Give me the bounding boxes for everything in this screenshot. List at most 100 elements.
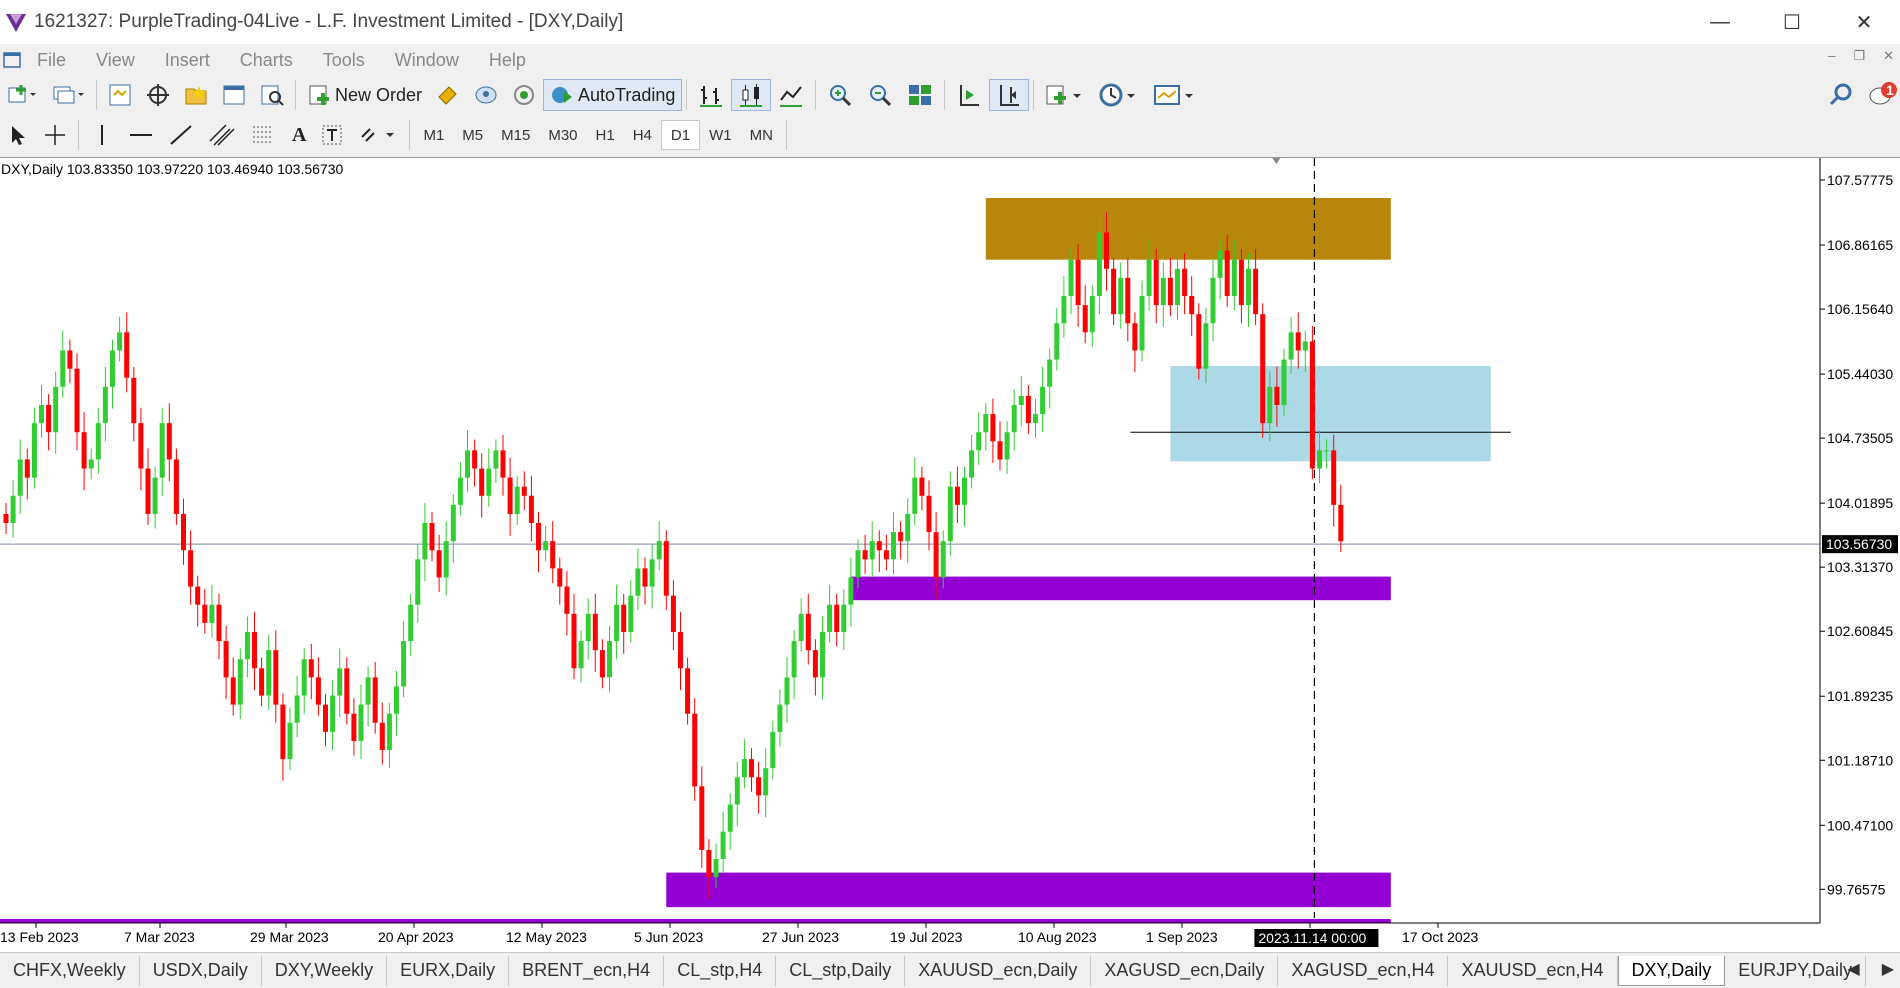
- timeframe-w1[interactable]: W1: [700, 120, 741, 150]
- chart-shift-icon[interactable]: [989, 79, 1030, 111]
- menu-tools[interactable]: Tools: [308, 50, 380, 71]
- data-window-icon[interactable]: [139, 79, 177, 111]
- minimize-button[interactable]: —: [1684, 0, 1756, 44]
- chart-tab[interactable]: XAGUSD_ecn,Daily: [1091, 955, 1279, 986]
- candle-body: [1196, 314, 1202, 369]
- autotrading-button[interactable]: AutoTrading: [543, 79, 683, 111]
- line-chart-icon[interactable]: [771, 79, 811, 111]
- chart-tab[interactable]: XAUUSD_ecn,Daily: [905, 955, 1092, 986]
- zoom-in-icon[interactable]: [820, 79, 860, 111]
- mdi-close-icon[interactable]: ✕: [1883, 48, 1894, 64]
- crosshair-icon[interactable]: [36, 119, 74, 151]
- tab-scroll-right-icon[interactable]: ▶: [1882, 959, 1894, 979]
- text-label-icon[interactable]: [313, 119, 351, 151]
- timeframe-m1[interactable]: M1: [414, 120, 453, 150]
- profiles-button[interactable]: [44, 79, 92, 111]
- timeframe-h4[interactable]: H4: [624, 120, 661, 150]
- candle-body: [244, 631, 250, 660]
- menu-view[interactable]: View: [81, 50, 150, 71]
- navigator-icon[interactable]: [177, 79, 215, 111]
- maximize-button[interactable]: ☐: [1756, 0, 1828, 44]
- market-watch-icon[interactable]: [101, 79, 139, 111]
- candle-body: [791, 641, 797, 678]
- chart-tab[interactable]: USDX,Daily: [140, 955, 262, 986]
- equidistant-channel-icon[interactable]: [201, 119, 243, 151]
- menu-charts[interactable]: Charts: [225, 50, 308, 71]
- chart-tab[interactable]: DXY,Daily: [1617, 955, 1726, 986]
- candle-body: [415, 559, 421, 605]
- candle-body: [159, 423, 165, 478]
- chart-tab[interactable]: DXY,Weekly: [262, 955, 388, 986]
- chart-tab[interactable]: XAGUSD_ecn,H4: [1278, 955, 1449, 986]
- chart-tab[interactable]: EURX,Daily: [387, 955, 510, 986]
- candle-body: [1295, 332, 1301, 351]
- timeframe-m5[interactable]: M5: [453, 120, 492, 150]
- chart-tab[interactable]: CHFX,Weekly: [0, 955, 140, 986]
- metaeditor-icon[interactable]: [429, 79, 467, 111]
- timeframe-m30[interactable]: M30: [539, 120, 586, 150]
- tab-scroll-left-icon[interactable]: ◀: [1847, 959, 1859, 979]
- periods-button[interactable]: [1092, 79, 1146, 111]
- timeframe-m15[interactable]: M15: [492, 120, 539, 150]
- candle-body: [209, 604, 215, 623]
- arrows-menu-button[interactable]: [351, 119, 405, 151]
- candle-body: [372, 677, 378, 723]
- terminal-icon[interactable]: [215, 79, 253, 111]
- zoom-out-icon[interactable]: [860, 79, 900, 111]
- mdi-restore-icon[interactable]: ❐: [1853, 48, 1865, 64]
- cursor-icon[interactable]: [0, 119, 36, 151]
- timeframe-d1[interactable]: D1: [660, 120, 701, 150]
- candle-body: [883, 550, 889, 560]
- search-icon[interactable]: [1828, 82, 1854, 108]
- candle-body: [457, 477, 463, 505]
- chart-tab[interactable]: CL_stp,H4: [664, 955, 777, 986]
- chart-tab[interactable]: BRENT_ecn,H4: [509, 955, 665, 986]
- chart-window-icon: [3, 52, 21, 68]
- candlestick-chart-icon[interactable]: [731, 79, 772, 111]
- window-title: 1621327: PurpleTrading-04Live - L.F. Inv…: [34, 11, 624, 32]
- candle-body: [145, 468, 151, 514]
- candle-body: [315, 677, 321, 705]
- auto-scroll-icon[interactable]: [949, 79, 989, 111]
- candle-body: [1132, 323, 1138, 351]
- menu-file[interactable]: File: [22, 50, 81, 71]
- tile-windows-icon[interactable]: [900, 79, 940, 111]
- text-tool-icon[interactable]: A: [285, 119, 313, 151]
- strategy-tester-icon[interactable]: [253, 79, 291, 111]
- new-order-button[interactable]: New Order: [300, 79, 429, 111]
- candle-body: [1104, 232, 1109, 269]
- new-chart-button[interactable]: [0, 79, 44, 111]
- close-button[interactable]: ✕: [1828, 0, 1900, 44]
- mdi-minimize-icon[interactable]: –: [1828, 48, 1835, 64]
- indicators-button[interactable]: [1038, 79, 1092, 111]
- chart-tab[interactable]: EURJPY,Daily: [1725, 955, 1866, 986]
- chart-tab[interactable]: CL_stp,Daily: [776, 955, 906, 986]
- menu-insert[interactable]: Insert: [150, 50, 225, 71]
- current-price-label: 103.56730: [1826, 536, 1892, 552]
- price-tick-label: 101.89235: [1827, 688, 1893, 704]
- timeframe-mn[interactable]: MN: [741, 120, 782, 150]
- menu-help[interactable]: Help: [474, 50, 541, 71]
- chart-area[interactable]: 107.57775 106.86165 106.15640 105.44030 104.…: [0, 157, 1900, 953]
- fibonacci-icon[interactable]: [243, 119, 285, 151]
- notifications-button[interactable]: 1: [1868, 80, 1897, 108]
- templates-button[interactable]: [1146, 79, 1204, 111]
- horizontal-line-icon[interactable]: [121, 119, 161, 151]
- candle-body: [699, 786, 705, 850]
- signals-icon[interactable]: [505, 79, 543, 111]
- menu-window[interactable]: Window: [380, 50, 474, 71]
- candle-body: [60, 350, 66, 387]
- vertical-line-icon[interactable]: [83, 119, 121, 151]
- price-chart[interactable]: 107.57775 106.86165 106.15640 105.44030 104.…: [0, 158, 1900, 953]
- bar-chart-icon[interactable]: [691, 79, 731, 111]
- candle-body: [266, 650, 272, 696]
- trendline-icon[interactable]: [161, 119, 201, 151]
- candle-body: [592, 613, 598, 651]
- candle-body: [656, 541, 662, 560]
- candle-body: [521, 486, 527, 496]
- chart-tab[interactable]: XAUUSD_ecn,H4: [1448, 955, 1618, 986]
- community-icon[interactable]: [467, 79, 505, 111]
- candle-body: [940, 541, 946, 578]
- candle-body: [820, 631, 825, 678]
- timeframe-h1[interactable]: H1: [587, 120, 624, 150]
